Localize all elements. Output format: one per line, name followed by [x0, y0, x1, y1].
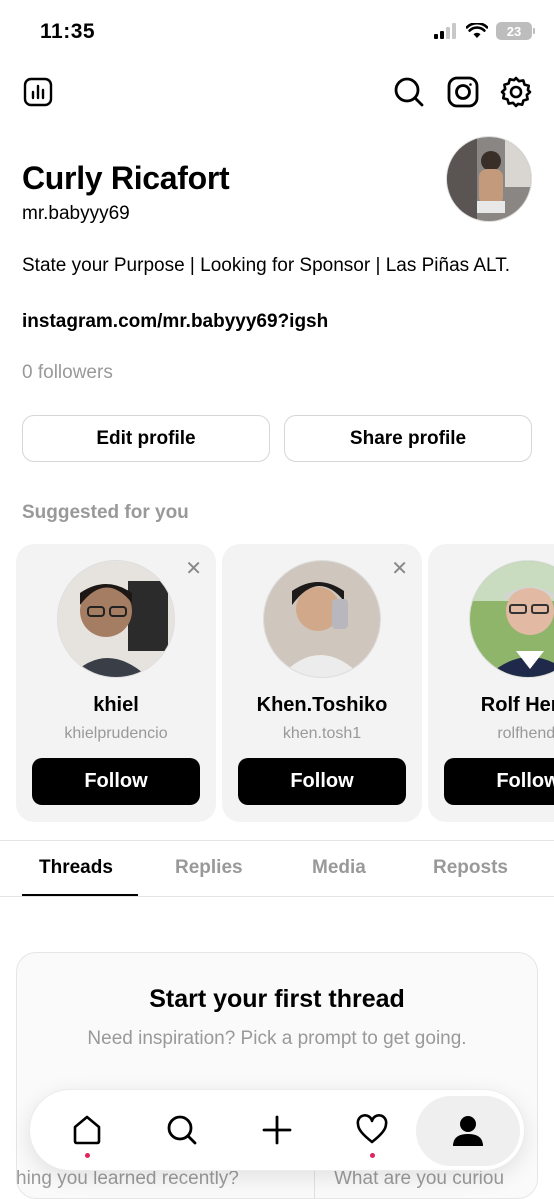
notification-dot	[85, 1153, 90, 1158]
status-icons: 23	[434, 22, 535, 40]
dismiss-icon[interactable]: ✕	[185, 556, 202, 581]
dismiss-icon[interactable]: ✕	[391, 556, 408, 581]
suggestion-avatar[interactable]	[263, 560, 381, 678]
suggestion-avatar[interactable]	[469, 560, 554, 678]
battery-level: 23	[506, 23, 522, 39]
first-thread-subtitle: Need inspiration? Pick a prompt to get g…	[87, 1028, 467, 1049]
first-thread-title: Start your first thread	[149, 985, 405, 1013]
compose-icon[interactable]	[253, 1106, 301, 1154]
profile-link[interactable]: instagram.com/mr.babyyy69?igsh	[22, 311, 328, 333]
tab-reposts[interactable]: Reposts	[433, 857, 508, 879]
follow-button[interactable]: Follow	[32, 758, 200, 805]
tab-media[interactable]: Media	[312, 857, 366, 879]
profile-tabs: Threads Replies Media Reposts	[0, 841, 554, 897]
instagram-icon[interactable]	[445, 74, 481, 110]
edit-profile-button[interactable]: Edit profile	[22, 415, 270, 462]
tab-replies[interactable]: Replies	[175, 857, 243, 879]
home-icon[interactable]	[63, 1106, 111, 1158]
top-bar	[0, 74, 554, 114]
suggested-title: Suggested for you	[22, 502, 189, 523]
suggestion-name: khiel	[93, 694, 139, 716]
profile-bio: State your Purpose | Looking for Sponsor…	[22, 255, 510, 276]
follow-button[interactable]: Follow	[444, 758, 554, 805]
suggestion-handle: rolfhendl	[497, 725, 554, 742]
activity-icon[interactable]	[348, 1106, 396, 1158]
suggested-carousel[interactable]: ✕ khiel khielprudencio Follow ✕ Khen.Tos…	[16, 544, 554, 822]
insights-icon[interactable]	[20, 74, 56, 110]
search-icon[interactable]	[391, 74, 427, 110]
suggestion-card: ✕ khiel khielprudencio Follow	[16, 544, 216, 822]
prompt-chip[interactable]: What are you curiou	[334, 1168, 504, 1190]
suggestion-name: Khen.Toshiko	[256, 694, 388, 716]
profile-handle: mr.babyyy69	[22, 203, 130, 224]
suggestion-card: Rolf Hend rolfhendl Follow	[428, 544, 554, 822]
profile-name: Curly Ricafort	[22, 160, 230, 196]
tab-threads[interactable]: Threads	[39, 857, 113, 879]
share-profile-button[interactable]: Share profile	[284, 415, 532, 462]
suggestion-name: Rolf Hend	[480, 694, 554, 716]
nav-search-icon[interactable]	[158, 1106, 206, 1154]
profile-icon[interactable]	[416, 1096, 520, 1166]
profile-avatar[interactable]	[446, 136, 532, 222]
suggestion-avatar[interactable]	[57, 560, 175, 678]
suggestion-handle: khielprudencio	[64, 725, 168, 742]
battery-icon: 23	[496, 22, 535, 40]
wifi-icon	[466, 23, 488, 38]
suggestion-card: ✕ Khen.Toshiko khen.tosh1 Follow	[222, 544, 422, 822]
tabs-divider	[0, 896, 554, 897]
suggestion-handle: khen.tosh1	[282, 725, 362, 742]
follow-button[interactable]: Follow	[238, 758, 406, 805]
notification-dot	[370, 1153, 375, 1158]
prompt-chip[interactable]: hing you learned recently?	[16, 1168, 239, 1190]
status-bar: 11:35 23	[0, 0, 554, 66]
followers-count[interactable]: 0 followers	[22, 362, 113, 384]
status-time: 11:35	[40, 20, 96, 43]
cellular-signal-icon	[434, 23, 456, 39]
bottom-nav	[29, 1089, 525, 1171]
settings-icon[interactable]	[498, 74, 534, 110]
